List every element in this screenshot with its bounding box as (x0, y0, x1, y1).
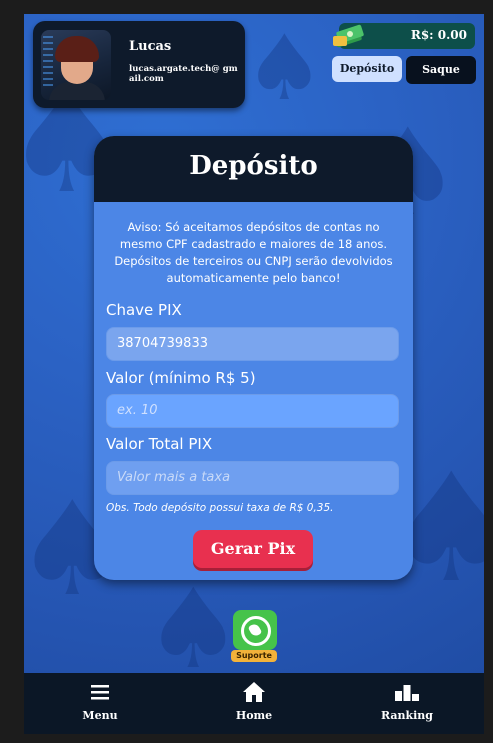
nav-label: Home (235, 709, 273, 722)
money-stack-icon (332, 20, 366, 50)
ranking-icon (347, 681, 467, 706)
amount-input[interactable]: ex. 10 (106, 394, 399, 428)
page-title: Depósito (189, 151, 318, 181)
whatsapp-support-button[interactable] (233, 610, 277, 650)
total-label: Valor Total PIX (106, 435, 213, 453)
nav-label: Menu (82, 709, 118, 722)
app-frame: ♠ ♠ ♠ ♠ ♠ ♠ Lucas lucas.argate.tech@ gma… (24, 14, 484, 734)
spade-pattern-icon: ♠ (144, 565, 243, 693)
fee-note: Obs. Todo depósito possui taxa de R$ 0,3… (106, 502, 334, 514)
avatar (41, 30, 111, 100)
deposit-card: Depósito Aviso: Só aceitamos depósitos d… (94, 136, 413, 580)
nav-item-home[interactable]: Home (194, 673, 314, 734)
deposit-button[interactable]: Depósito (332, 56, 402, 82)
amount-label: Valor (mínimo R$ 5) (106, 369, 256, 387)
bottom-nav: Menu Home Ranking (24, 673, 484, 734)
user-email: lucas.argate.tech@ gmail.com (129, 64, 238, 84)
nav-item-ranking[interactable]: Ranking (347, 673, 467, 734)
menu-icon (40, 681, 160, 705)
support-label[interactable]: Suporte (231, 650, 277, 662)
deposit-notice: Aviso: Só aceitamos depósitos de contas … (114, 220, 393, 285)
profile-card[interactable]: Lucas lucas.argate.tech@ gmail.com (33, 21, 245, 108)
balance-amount: R$: 0.00 (410, 28, 467, 42)
total-pix-input[interactable]: Valor mais a taxa (106, 461, 399, 495)
username: Lucas (129, 39, 172, 54)
pix-key-label: Chave PIX (106, 301, 182, 319)
spade-pattern-icon: ♠ (244, 16, 325, 121)
home-icon (194, 681, 314, 708)
generate-pix-button[interactable]: Gerar Pix (193, 530, 313, 568)
withdraw-button[interactable]: Saque (406, 56, 476, 84)
nav-label: Ranking (380, 709, 433, 722)
nav-item-menu[interactable]: Menu (40, 673, 160, 734)
pix-key-input[interactable]: 38704739833 (106, 327, 399, 361)
